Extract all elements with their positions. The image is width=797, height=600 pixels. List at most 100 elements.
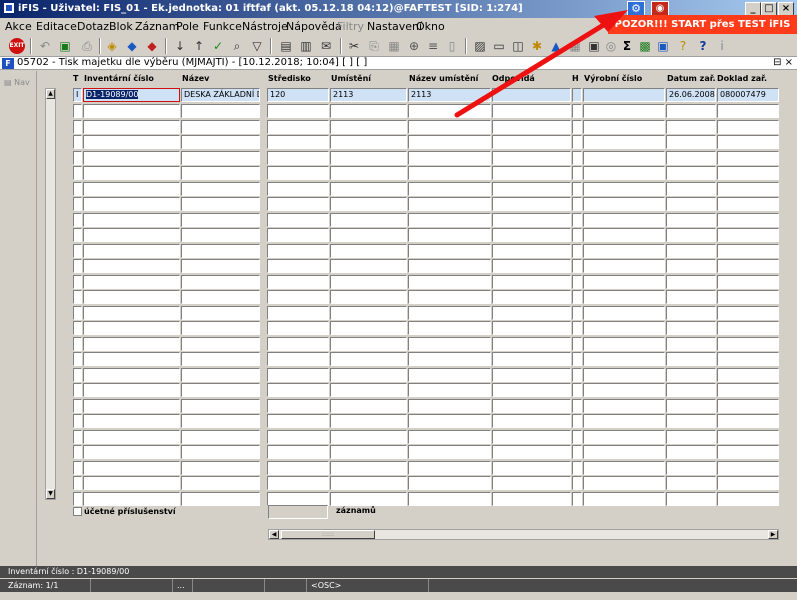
- empty-cell[interactable]: [267, 414, 329, 428]
- scroll-down-icon[interactable]: ▼: [46, 489, 55, 499]
- empty-cell[interactable]: [408, 197, 491, 211]
- empty-cell[interactable]: [408, 151, 491, 165]
- cell-vyrobni-cislo[interactable]: [583, 88, 665, 102]
- empty-cell[interactable]: [330, 213, 407, 227]
- empty-cell[interactable]: [267, 352, 329, 366]
- empty-cell[interactable]: [583, 306, 665, 320]
- empty-cell[interactable]: [330, 476, 407, 490]
- empty-cell[interactable]: [83, 197, 180, 211]
- empty-cell[interactable]: [83, 228, 180, 242]
- empty-cell[interactable]: [492, 244, 571, 258]
- empty-cell[interactable]: [83, 275, 180, 289]
- empty-cell[interactable]: [717, 461, 779, 475]
- cell-datum-zarazeni[interactable]: 26.06.2008: [666, 88, 716, 102]
- sort-asc-icon[interactable]: ↓: [172, 38, 188, 54]
- empty-cell[interactable]: [408, 259, 491, 273]
- empty-cell[interactable]: [666, 414, 716, 428]
- cell-doklad-zarazeni[interactable]: 080007479: [717, 88, 779, 102]
- word-icon[interactable]: ▣: [655, 38, 671, 54]
- empty-cell[interactable]: [83, 383, 180, 397]
- print-disabled-icon[interactable]: ⎙: [79, 38, 95, 54]
- empty-cell[interactable]: [267, 492, 329, 506]
- empty-cell[interactable]: [83, 445, 180, 459]
- empty-cell[interactable]: [83, 461, 180, 475]
- empty-cell[interactable]: [73, 228, 82, 242]
- empty-cell[interactable]: [83, 368, 180, 382]
- empty-cell[interactable]: [492, 135, 571, 149]
- scroll-up-icon[interactable]: ▲: [46, 89, 55, 99]
- empty-cell[interactable]: [572, 368, 582, 382]
- paste-icon[interactable]: ▦: [386, 38, 402, 54]
- empty-cell[interactable]: [572, 337, 582, 351]
- empty-cell[interactable]: [83, 492, 180, 506]
- empty-cell[interactable]: [267, 244, 329, 258]
- empty-cell[interactable]: [408, 244, 491, 258]
- empty-cell[interactable]: [492, 104, 571, 118]
- empty-cell[interactable]: [73, 321, 82, 335]
- empty-cell[interactable]: [330, 182, 407, 196]
- empty-cell[interactable]: [267, 151, 329, 165]
- empty-cell[interactable]: [330, 197, 407, 211]
- empty-cell[interactable]: [330, 135, 407, 149]
- empty-cell[interactable]: [408, 476, 491, 490]
- empty-cell[interactable]: [572, 445, 582, 459]
- empty-cell[interactable]: [181, 151, 260, 165]
- empty-cell[interactable]: [83, 244, 180, 258]
- empty-cell[interactable]: [572, 228, 582, 242]
- empty-cell[interactable]: [572, 182, 582, 196]
- empty-cell[interactable]: [267, 321, 329, 335]
- empty-cell[interactable]: [73, 414, 82, 428]
- empty-cell[interactable]: [267, 430, 329, 444]
- empty-cell[interactable]: [267, 476, 329, 490]
- menu-editace[interactable]: Editace: [36, 20, 77, 33]
- cell-nazev-umisteni[interactable]: 2113: [408, 88, 491, 102]
- empty-cell[interactable]: [83, 166, 180, 180]
- empty-cell[interactable]: [666, 476, 716, 490]
- empty-cell[interactable]: [717, 104, 779, 118]
- empty-cell[interactable]: [73, 120, 82, 134]
- empty-cell[interactable]: [492, 383, 571, 397]
- empty-cell[interactable]: [666, 259, 716, 273]
- empty-cell[interactable]: [181, 399, 260, 413]
- empty-cell[interactable]: [408, 228, 491, 242]
- cell-odpovida[interactable]: [492, 88, 571, 102]
- empty-cell[interactable]: [83, 182, 180, 196]
- empty-cell[interactable]: [572, 383, 582, 397]
- empty-cell[interactable]: [717, 368, 779, 382]
- empty-cell[interactable]: [666, 383, 716, 397]
- empty-cell[interactable]: [583, 368, 665, 382]
- empty-cell[interactable]: [408, 399, 491, 413]
- empty-cell[interactable]: [330, 228, 407, 242]
- empty-cell[interactable]: [572, 275, 582, 289]
- empty-cell[interactable]: [666, 430, 716, 444]
- empty-cell[interactable]: [330, 244, 407, 258]
- filter-icon[interactable]: ▽: [249, 38, 265, 54]
- empty-cell[interactable]: [73, 430, 82, 444]
- empty-cell[interactable]: [717, 197, 779, 211]
- settings-icon[interactable]: ⚙: [627, 1, 645, 16]
- empty-cell[interactable]: [330, 430, 407, 444]
- empty-cell[interactable]: [181, 368, 260, 382]
- empty-cell[interactable]: [83, 352, 180, 366]
- menu-zaznam[interactable]: Záznam: [135, 20, 179, 33]
- empty-cell[interactable]: [267, 228, 329, 242]
- circle-icon[interactable]: ◎: [603, 38, 619, 54]
- empty-cell[interactable]: [583, 151, 665, 165]
- empty-cell[interactable]: [492, 414, 571, 428]
- export-icon[interactable]: ▣: [586, 38, 602, 54]
- save-icon[interactable]: ▣: [57, 38, 73, 54]
- tools-icon[interactable]: ✱: [529, 38, 545, 54]
- empty-cell[interactable]: [583, 352, 665, 366]
- empty-cell[interactable]: [408, 492, 491, 506]
- empty-cell[interactable]: [583, 275, 665, 289]
- empty-cell[interactable]: [583, 321, 665, 335]
- empty-cell[interactable]: [73, 383, 82, 397]
- empty-cell[interactable]: [330, 414, 407, 428]
- empty-cell[interactable]: [492, 228, 571, 242]
- empty-cell[interactable]: [181, 352, 260, 366]
- empty-cell[interactable]: [73, 368, 82, 382]
- empty-cell[interactable]: [492, 306, 571, 320]
- empty-cell[interactable]: [181, 430, 260, 444]
- close-button[interactable]: ×: [778, 2, 794, 16]
- empty-cell[interactable]: [408, 135, 491, 149]
